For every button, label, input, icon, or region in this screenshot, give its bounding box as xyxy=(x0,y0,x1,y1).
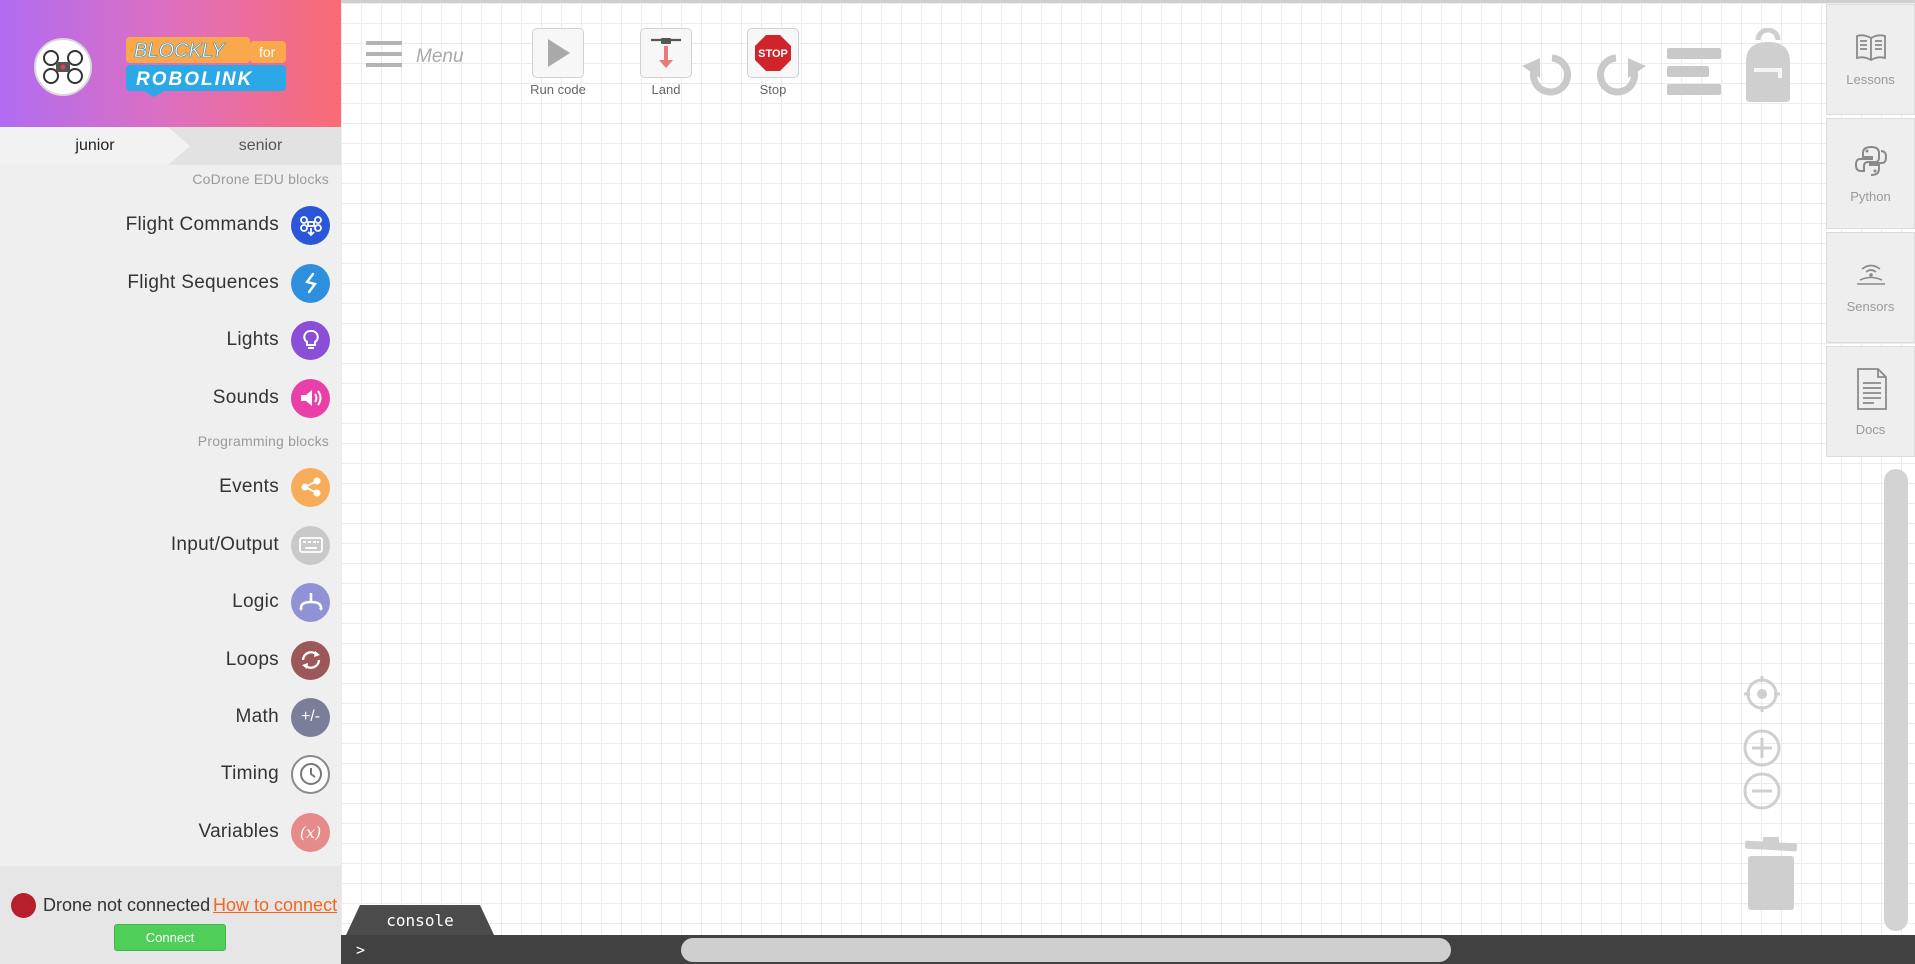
side-tab-lessons[interactable]: Lessons xyxy=(1826,4,1915,115)
menu-label: Menu xyxy=(416,45,464,67)
svg-text:STOP: STOP xyxy=(758,48,788,60)
horizontal-scrollbar[interactable] xyxy=(681,938,1451,962)
sequence-icon xyxy=(291,263,330,303)
side-tab-label: Lessons xyxy=(1846,71,1895,87)
play-icon xyxy=(532,28,584,78)
category-events[interactable]: Events xyxy=(219,467,330,507)
category-input-output[interactable]: Input/Output xyxy=(171,525,330,565)
speaker-icon xyxy=(291,378,330,418)
run-code-button[interactable]: Run code xyxy=(518,28,598,97)
category-lights[interactable]: Lights xyxy=(226,320,330,360)
sidebar: BLOCKLY for ROBOLINK senior junior CoDro… xyxy=(0,0,341,964)
side-tab-label: Docs xyxy=(1855,421,1886,437)
console-prompt: > xyxy=(356,941,366,959)
run-code-label: Run code xyxy=(530,82,586,97)
recenter-icon[interactable] xyxy=(1742,674,1782,714)
category-label: Flight Sequences xyxy=(127,272,279,293)
hamburger-icon xyxy=(366,40,402,73)
land-icon xyxy=(640,28,692,78)
zoom-in-icon[interactable] xyxy=(1742,728,1782,768)
svg-text:for: for xyxy=(259,44,276,60)
category-label: Events xyxy=(219,476,279,497)
undo-icon[interactable] xyxy=(1520,46,1574,100)
side-tab-python[interactable]: Python xyxy=(1826,118,1915,229)
category-label: Math xyxy=(235,706,279,727)
blockly-workspace[interactable] xyxy=(341,0,1915,964)
level-tabs: senior junior xyxy=(0,127,341,165)
stop-sign-icon: STOP xyxy=(747,28,799,78)
drone-avatar xyxy=(34,38,92,96)
book-icon xyxy=(1854,33,1888,66)
category-variables[interactable]: Variables (x) xyxy=(198,812,330,852)
connection-status-text: Drone not connected xyxy=(43,895,211,915)
side-tab-docs[interactable]: Docs xyxy=(1826,346,1915,457)
tab-senior[interactable]: senior xyxy=(180,127,341,165)
category-flight-sequences[interactable]: Flight Sequences xyxy=(127,263,330,303)
category-label: Sounds xyxy=(212,387,279,408)
keyboard-icon xyxy=(291,525,330,565)
category-label: Flight Commands xyxy=(125,214,279,235)
clock-icon xyxy=(291,754,330,794)
drone-icon xyxy=(291,205,330,245)
trash-icon[interactable] xyxy=(1743,836,1799,912)
how-to-connect-link[interactable]: How to connect xyxy=(213,895,337,916)
side-tab-sensors[interactable]: Sensors xyxy=(1826,232,1915,343)
category-math[interactable]: Math +/- xyxy=(236,697,330,737)
tab-junior[interactable]: junior xyxy=(0,127,190,165)
backpack-icon[interactable] xyxy=(1740,28,1796,104)
side-tab-label: Python xyxy=(1850,188,1891,204)
menu-button[interactable]: Menu xyxy=(366,40,464,73)
sensor-icon xyxy=(1854,262,1888,293)
brand-header: BLOCKLY for ROBOLINK xyxy=(0,0,341,127)
category-label: Variables xyxy=(198,821,279,842)
category-loops[interactable]: Loops xyxy=(226,640,330,680)
category-flight-commands[interactable]: Flight Commands xyxy=(126,205,330,245)
category-sounds[interactable]: Sounds xyxy=(213,378,330,418)
redo-icon[interactable] xyxy=(1594,46,1648,100)
console-tab[interactable]: console xyxy=(346,905,494,935)
svg-text:ROBOLINK: ROBOLINK xyxy=(136,69,253,90)
document-icon xyxy=(1854,367,1888,416)
category-timing[interactable]: Timing xyxy=(221,754,330,794)
category-label: Loops xyxy=(225,649,279,670)
side-tab-label: Sensors xyxy=(1846,298,1895,314)
land-button[interactable]: Land xyxy=(626,28,706,97)
category-label: Lights xyxy=(226,329,279,350)
side-panel: Lessons Python Sensors Docs xyxy=(1826,4,1915,460)
category-label: Timing xyxy=(220,763,279,784)
stop-label: Stop xyxy=(759,82,787,97)
section-programming-label: Programming blocks xyxy=(197,433,329,449)
blockly-robolink-logo: BLOCKLY for ROBOLINK xyxy=(124,35,290,97)
svg-text:BLOCKLY: BLOCKLY xyxy=(134,40,226,62)
python-icon xyxy=(1854,144,1888,183)
zoom-out-icon[interactable] xyxy=(1742,771,1782,811)
connection-status-dot xyxy=(11,893,36,918)
share-icon xyxy=(291,467,330,507)
loop-icon xyxy=(291,640,330,680)
section-codrone-label: CoDrone EDU blocks xyxy=(192,171,329,187)
vertical-scrollbar[interactable] xyxy=(1884,469,1908,931)
connect-button[interactable]: Connect xyxy=(114,924,226,951)
math-icon: +/- xyxy=(291,697,330,737)
category-label: Logic xyxy=(232,591,279,612)
stop-button[interactable]: STOP Stop xyxy=(733,28,813,97)
land-label: Land xyxy=(651,82,681,97)
category-label: Input/Output xyxy=(170,534,279,555)
variable-icon: (x) xyxy=(291,812,330,852)
logic-icon xyxy=(291,582,330,622)
category-logic[interactable]: Logic xyxy=(232,582,330,622)
code-view-icon[interactable] xyxy=(1665,46,1723,98)
lightbulb-icon xyxy=(291,320,330,360)
